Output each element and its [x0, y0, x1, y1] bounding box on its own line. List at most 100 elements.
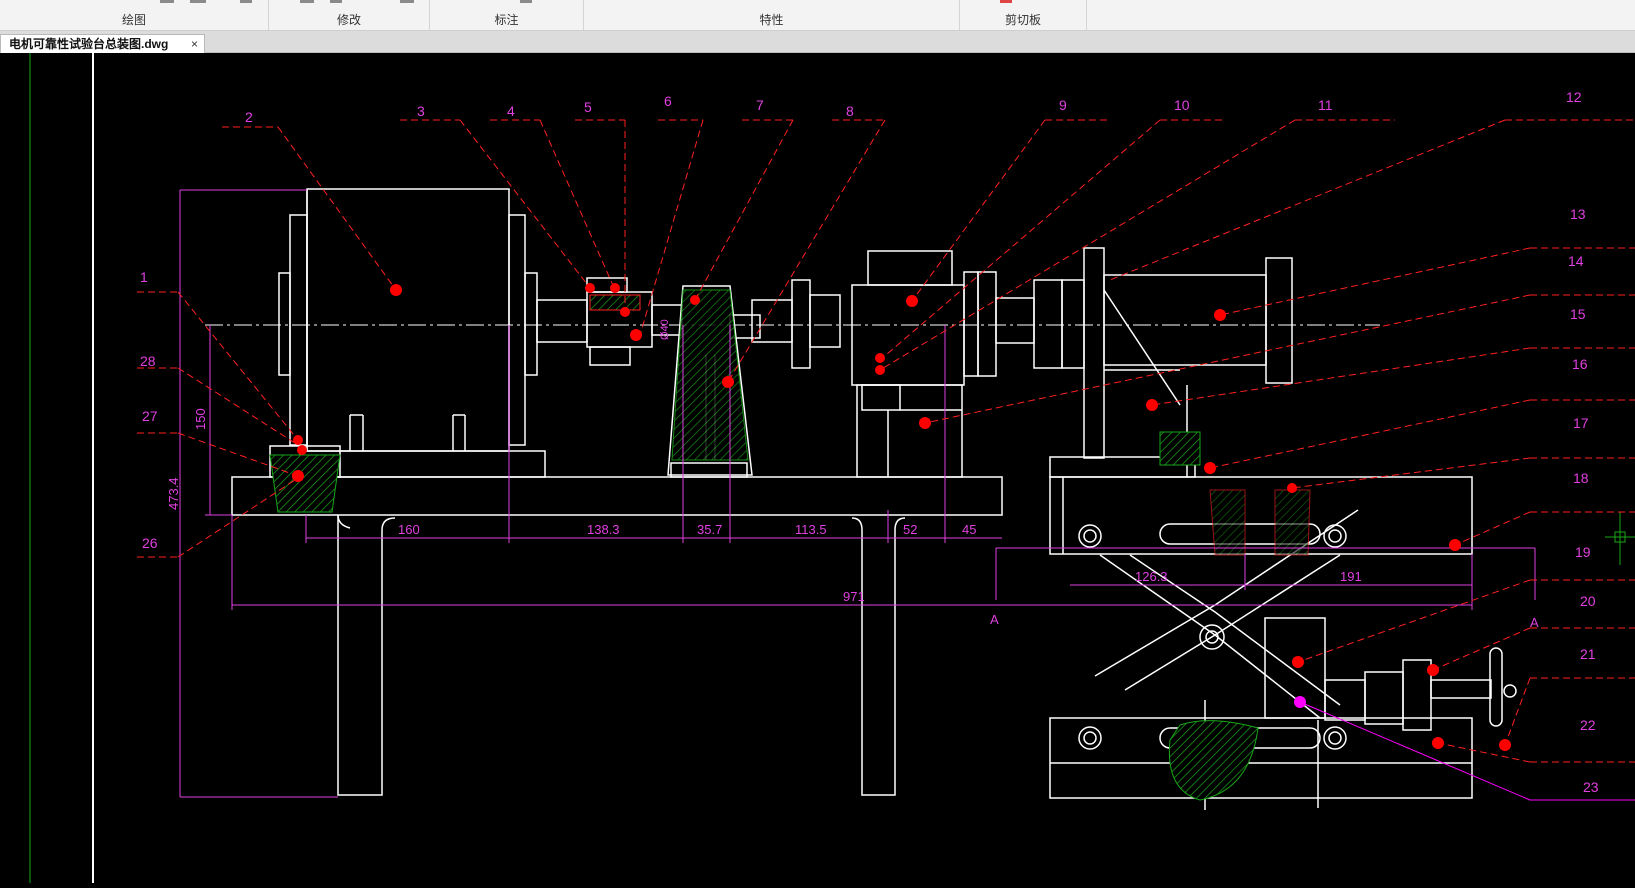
section-mark-left: A — [990, 612, 999, 627]
part-label: 9 — [1059, 97, 1067, 113]
marker-dot — [919, 417, 931, 429]
part-label: 16 — [1572, 356, 1588, 372]
marker-dot — [1432, 737, 1444, 749]
part-label: 5 — [584, 99, 592, 115]
part-label: 12 — [1566, 89, 1582, 105]
marker-dot — [690, 295, 700, 305]
ribbon-icon-stub[interactable] — [520, 0, 532, 3]
part-label: 28 — [140, 353, 156, 369]
marker-dot — [297, 445, 307, 455]
part-label: 10 — [1174, 97, 1190, 113]
part-label: 7 — [756, 97, 764, 113]
close-icon[interactable]: × — [191, 35, 198, 53]
marker-dot — [906, 295, 918, 307]
ribbon-icon-stub[interactable] — [1000, 0, 1012, 3]
scissor-arm-b — [1099, 554, 1321, 719]
ribbon-icon-stub[interactable] — [300, 0, 314, 3]
marker-dot — [1287, 483, 1297, 493]
dimension-lines — [179, 189, 1536, 798]
part-label: 15 — [1570, 306, 1586, 322]
panel-properties[interactable]: 特性 — [584, 11, 959, 29]
part-label: 26 — [142, 535, 158, 551]
marker-dot — [875, 353, 885, 363]
file-tab-bar: 电机可靠性试验台总装图.dwg × — [0, 31, 1635, 53]
part-label: 19 — [1575, 544, 1591, 560]
panel-divider — [1086, 0, 1087, 30]
part-label: 14 — [1568, 253, 1584, 269]
marker-dot — [1214, 309, 1226, 321]
marker-dot — [1449, 539, 1461, 551]
leader-lines — [137, 119, 1635, 763]
dim-45: 45 — [962, 522, 976, 537]
marker-dot — [292, 470, 304, 482]
marker-dot — [1204, 462, 1216, 474]
part-label: 1 — [140, 269, 148, 285]
torque-sensor-head — [867, 250, 953, 286]
part-label: 27 — [142, 408, 158, 424]
marker-dot — [1499, 739, 1511, 751]
panel-modify[interactable]: 修改 — [269, 11, 429, 29]
section-hatches — [269, 289, 1259, 801]
marker-dot — [585, 283, 595, 293]
ribbon-icon-stub[interactable] — [400, 0, 414, 3]
marker-dot — [630, 329, 642, 341]
dim-191: 191 — [1340, 569, 1362, 584]
marker-dot — [875, 365, 885, 375]
table-leg-right — [851, 517, 906, 796]
ribbon-toolbar: 绘图 修改 标注 特性 剪切板 — [0, 0, 1635, 31]
dim-160: 160 — [398, 522, 420, 537]
drawing-canvas[interactable]: 160 138.3 35.7 113.5 52 45 971 126.3 191… — [0, 53, 1635, 883]
dim-35: 35.7 — [697, 522, 722, 537]
marker-dot — [1427, 664, 1439, 676]
dim-126: 126.3 — [1135, 569, 1168, 584]
marker-dot-magenta — [1294, 696, 1306, 708]
dim-971: 971 — [843, 589, 865, 604]
ribbon-icon-stub[interactable] — [240, 0, 252, 3]
assembly-outline — [231, 188, 1517, 810]
dim-138: 138.3 — [587, 522, 620, 537]
table-leg-left — [337, 515, 396, 796]
marker-dot — [1146, 399, 1158, 411]
part-label: 21 — [1580, 646, 1596, 662]
motor-body — [306, 188, 510, 452]
ribbon-icon-stub[interactable] — [190, 0, 206, 3]
marker-dot — [722, 376, 734, 388]
file-tab-label: 电机可靠性试验台总装图.dwg — [9, 37, 169, 51]
part-label: 20 — [1580, 593, 1596, 609]
cylinder-bracket — [1083, 247, 1105, 459]
dim-473: 473.4 — [166, 477, 181, 510]
file-tab[interactable]: 电机可靠性试验台总装图.dwg × — [0, 34, 205, 53]
part-label: 22 — [1580, 717, 1596, 733]
dim-113: 113.5 — [795, 522, 827, 537]
cylinder-body — [1103, 274, 1267, 366]
cursor-crosshair — [1605, 512, 1635, 565]
part-label: 17 — [1573, 415, 1589, 431]
part-label: 4 — [507, 103, 515, 119]
part-label: 8 — [846, 103, 854, 119]
part-number-labels: 1 2 3 4 5 6 7 8 9 10 11 12 13 14 15 16 1… — [140, 89, 1599, 795]
panel-clipboard[interactable]: 剪切板 — [960, 11, 1086, 29]
part-label: 6 — [664, 93, 672, 109]
dim-diameter: Ø40 — [659, 319, 671, 340]
panel-annotate[interactable]: 标注 — [430, 11, 583, 29]
dim-150: 150 — [193, 408, 208, 430]
lift-block-hatches — [1209, 489, 1311, 556]
ribbon-icon-stub[interactable] — [160, 0, 174, 3]
lift-table-top — [1049, 476, 1473, 555]
marker-dot — [390, 284, 402, 296]
part-label: 18 — [1573, 470, 1589, 486]
part-label: 23 — [1583, 779, 1599, 795]
ribbon-icon-stub[interactable] — [330, 0, 342, 3]
part-label: 2 — [245, 109, 253, 125]
part-label: 11 — [1318, 97, 1333, 113]
marker-dot — [620, 307, 630, 317]
part-markers — [292, 283, 1511, 751]
part-label: 13 — [1570, 206, 1586, 222]
marker-dot — [610, 283, 620, 293]
marker-dot — [293, 435, 303, 445]
part-label: 3 — [417, 103, 425, 119]
dim-52: 52 — [903, 522, 917, 537]
table-top — [231, 476, 1003, 516]
panel-draw[interactable]: 绘图 — [0, 11, 268, 29]
marker-dot — [1292, 656, 1304, 668]
